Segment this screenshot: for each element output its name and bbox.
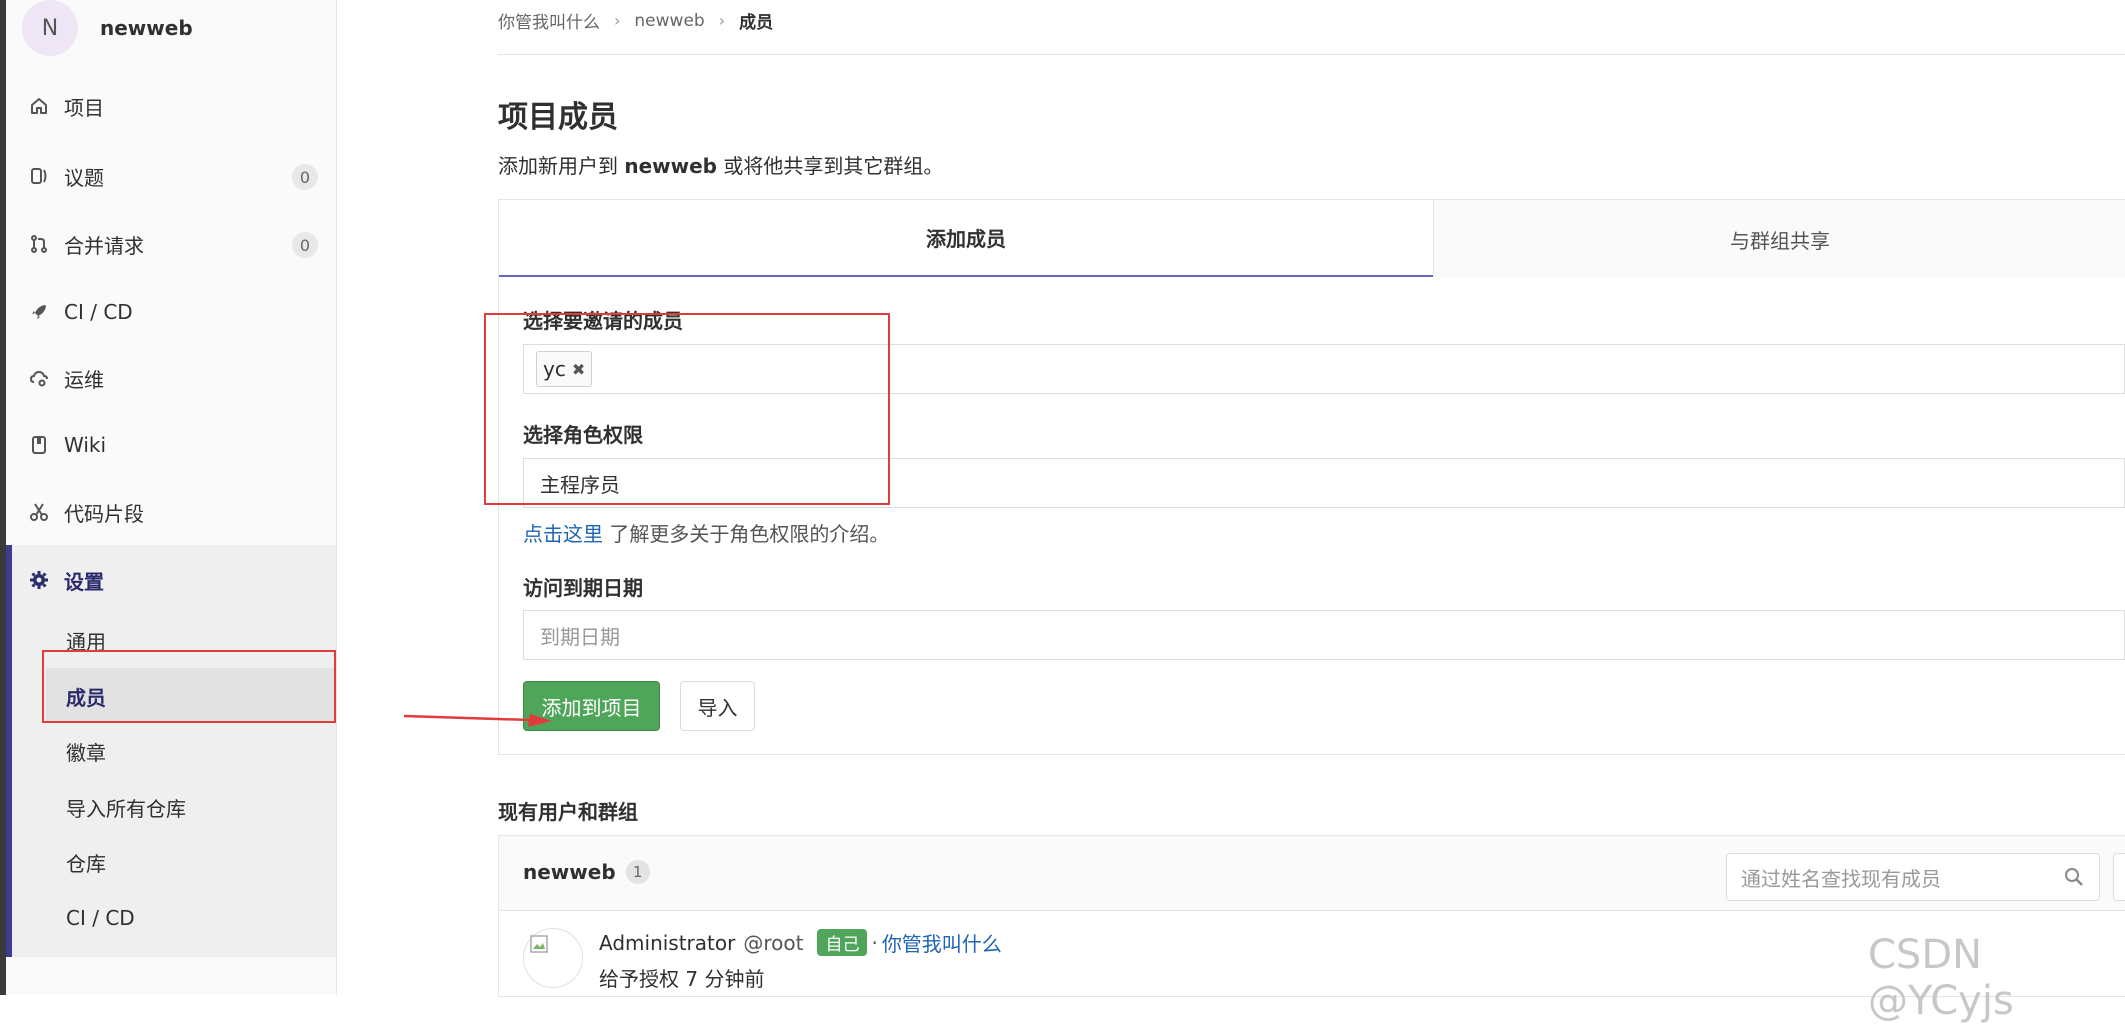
members-count-badge: 1 <box>625 860 650 884</box>
expiry-date-input[interactable]: 到期日期 <box>523 610 2125 660</box>
cloud-gear-icon <box>28 367 50 389</box>
issues-icon <box>28 165 50 187</box>
expiry-label: 访问到期日期 <box>523 576 643 600</box>
breadcrumb-project[interactable]: newweb <box>634 11 704 31</box>
existing-members-title: 现有用户和群组 <box>498 800 638 824</box>
sidebar-item-label: 合并请求 <box>64 233 144 258</box>
breadcrumb: 你管我叫什么 › newweb › 成员 <box>498 8 773 34</box>
settings-sub-badges[interactable]: 徽章 <box>66 731 106 771</box>
selected-user-token[interactable]: yc ✖ <box>536 351 593 387</box>
role-label: 选择角色权限 <box>523 423 643 447</box>
import-button[interactable]: 导入 <box>680 681 755 731</box>
members-panel-header: newweb 1 通过姓名查找现有成员 <box>499 836 2125 911</box>
remove-token-icon[interactable]: ✖ <box>572 360 585 379</box>
self-badge: 自己 <box>817 929 868 956</box>
role-help-text: 点击这里 了解更多关于角色权限的介绍。 <box>523 522 890 546</box>
settings-sub-ci-cd[interactable]: CI / CD <box>66 898 135 938</box>
active-indicator <box>6 545 12 957</box>
sidebar-item-label: 项目 <box>64 95 104 120</box>
rocket-icon <box>28 301 50 323</box>
sidebar-item-label: 代码片段 <box>64 501 144 526</box>
issues-count-badge: 0 <box>292 164 318 190</box>
sidebar-item-issues[interactable]: 议题 0 <box>28 156 318 196</box>
token-label: yc <box>543 357 566 381</box>
broken-image-icon <box>530 935 548 953</box>
sidebar-item-label: CI / CD <box>64 300 133 324</box>
invite-member-input[interactable]: yc ✖ <box>523 344 2125 394</box>
sidebar-item-label: Wiki <box>64 433 107 457</box>
chevron-right-icon: › <box>614 11 621 30</box>
role-select[interactable]: 主程序员 <box>523 458 2125 508</box>
role-selected-value: 主程序员 <box>540 472 620 497</box>
sidebar-item-wiki[interactable]: Wiki <box>28 425 318 465</box>
chevron-right-icon: › <box>718 11 726 30</box>
expiry-placeholder: 到期日期 <box>540 624 620 649</box>
home-icon <box>28 95 50 117</box>
sidebar: N newweb 项目 议题 0 合并请求 0 CI / CD 运维 Wiki … <box>6 0 337 995</box>
sidebar-item-snippets[interactable]: 代码片段 <box>28 492 318 532</box>
member-info: Administrator @root 自己 · 你管我叫什么 给予授权 7 分… <box>599 928 1002 992</box>
invite-label: 选择要邀请的成员 <box>523 309 683 333</box>
sidebar-item-project[interactable]: 项目 <box>28 86 318 126</box>
sidebar-item-settings[interactable]: 设置 <box>28 560 318 600</box>
annotation-arrow <box>403 714 552 727</box>
merge-requests-count-badge: 0 <box>292 232 318 258</box>
project-header[interactable]: N newweb <box>22 0 193 56</box>
settings-sub-repository[interactable]: 仓库 <box>66 842 106 882</box>
member-username: @root <box>743 930 804 955</box>
sidebar-item-merge-requests[interactable]: 合并请求 0 <box>28 224 318 264</box>
watermark: CSDN @YCyjs <box>1868 932 2014 1024</box>
breadcrumb-current[interactable]: 成员 <box>739 8 773 33</box>
sidebar-item-operations[interactable]: 运维 <box>28 358 318 398</box>
book-icon <box>28 434 50 456</box>
member-row: Administrator @root 自己 · 你管我叫什么 给予授权 7 分… <box>523 928 1002 992</box>
sort-dropdown[interactable] <box>2113 853 2125 901</box>
separator-dot: · <box>871 930 878 955</box>
tab-share-with-group[interactable]: 与群组共享 <box>1433 200 2125 278</box>
merge-request-icon <box>28 233 50 255</box>
members-group-name: newweb 1 <box>523 860 650 884</box>
settings-sub-members[interactable]: 成员 <box>66 676 106 716</box>
sidebar-item-label: 运维 <box>64 367 104 392</box>
sidebar-item-label: 设置 <box>64 569 104 594</box>
role-help-link[interactable]: 点击这里 <box>523 522 603 546</box>
settings-sub-general[interactable]: 通用 <box>66 620 106 660</box>
sidebar-item-label: 议题 <box>64 165 104 190</box>
page-subtitle: 添加新用户到 newweb 或将他共享到其它群组。 <box>498 154 944 178</box>
breadcrumb-group[interactable]: 你管我叫什么 <box>498 8 600 33</box>
tab-add-member[interactable]: 添加成员 <box>499 200 1433 278</box>
member-search-input[interactable]: 通过姓名查找现有成员 <box>1726 853 2100 901</box>
member-name[interactable]: Administrator <box>599 931 735 955</box>
settings-section <box>6 545 336 957</box>
divider <box>498 54 2125 55</box>
member-avatar <box>523 928 583 988</box>
settings-sub-import-repos[interactable]: 导入所有仓库 <box>66 787 186 827</box>
search-icon[interactable] <box>2063 866 2085 888</box>
project-name: newweb <box>100 16 193 40</box>
search-placeholder: 通过姓名查找现有成员 <box>1741 866 1941 891</box>
sidebar-item-ci-cd[interactable]: CI / CD <box>28 292 318 332</box>
member-granted-time: 给予授权 7 分钟前 <box>599 967 765 991</box>
gear-icon <box>28 569 50 591</box>
scissors-icon <box>28 501 50 523</box>
page-title: 项目成员 <box>498 100 618 135</box>
project-avatar: N <box>22 0 78 56</box>
member-group-link[interactable]: 你管我叫什么 <box>882 928 1002 957</box>
member-tabs: 添加成员 与群组共享 <box>498 199 2125 279</box>
